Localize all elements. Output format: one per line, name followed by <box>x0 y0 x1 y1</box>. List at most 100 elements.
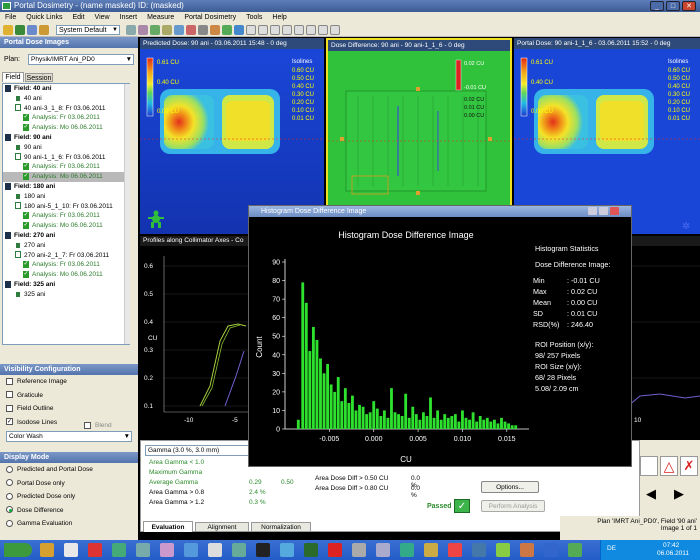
blend-checkbox[interactable] <box>84 422 91 429</box>
display-mode-option[interactable]: Predicted and Portal Dose <box>0 463 138 477</box>
taskbar-app-icon[interactable] <box>64 543 78 557</box>
tree-item[interactable]: Field: 270 ani <box>3 231 129 241</box>
open-icon[interactable] <box>3 25 13 35</box>
tree-item[interactable]: 90 ani <box>3 143 129 153</box>
minimize-button[interactable]: _ <box>650 1 664 11</box>
tab-alignment[interactable]: Alignment <box>195 522 249 532</box>
menu-measure[interactable]: Measure <box>142 12 179 23</box>
options-button[interactable]: Options... <box>481 481 539 493</box>
maximize-button[interactable]: □ <box>666 1 680 11</box>
tab-session[interactable]: Session <box>25 73 53 82</box>
display-mode-radio[interactable] <box>6 506 13 514</box>
start-button[interactable] <box>4 543 32 557</box>
layout-icon[interactable] <box>27 25 37 35</box>
menu-file[interactable]: File <box>0 12 21 23</box>
dialog-close-icon[interactable] <box>610 207 619 215</box>
taskbar-app-icon[interactable] <box>136 543 150 557</box>
rect-icon[interactable] <box>294 25 304 35</box>
tree-item[interactable]: Field: 40 ani <box>3 84 129 94</box>
display-mode-radio[interactable] <box>6 519 13 527</box>
perform-analysis-button[interactable]: Perform Analysis <box>481 500 545 512</box>
tree-item[interactable]: ✓ Analysis: Mo 06.06.2011 <box>3 172 129 182</box>
blend-option[interactable]: Blend <box>84 422 112 429</box>
menu-quick-links[interactable]: Quick Links <box>21 12 67 23</box>
tree-item[interactable]: Field: 90 ani <box>3 133 129 143</box>
taskbar-app-icon[interactable] <box>304 543 318 557</box>
display-mode-option[interactable]: Dose Difference <box>0 504 138 518</box>
visibility-checkbox[interactable] <box>6 377 13 385</box>
tree-item[interactable]: ✓ Analysis: Fr 03.06.2011 <box>3 260 129 270</box>
plan-select[interactable]: Physik/IMRT Ani_PD0 ▼ <box>28 54 134 65</box>
menu-tools[interactable]: Tools <box>241 12 267 23</box>
isodose-icon[interactable] <box>222 25 232 35</box>
taskbar-app-icon[interactable] <box>88 543 102 557</box>
display-mode-radio[interactable] <box>6 492 13 500</box>
tree-item[interactable]: ✓ Analysis: Fr 03.06.2011 <box>3 211 129 221</box>
menu-help[interactable]: Help <box>267 12 291 23</box>
window-level-icon[interactable] <box>150 25 160 35</box>
taskbar-app-icon[interactable] <box>280 543 294 557</box>
taskbar-app-icon[interactable] <box>496 543 510 557</box>
previous-arrow-icon[interactable]: ◀ <box>646 486 656 502</box>
display-mode-option[interactable]: Predicted Dose only <box>0 490 138 504</box>
taskbar-app-icon[interactable] <box>208 543 222 557</box>
visibility-option[interactable]: Field Outline <box>0 402 138 416</box>
taskbar-app-icon[interactable] <box>160 543 174 557</box>
polygon-icon[interactable] <box>318 25 328 35</box>
tool-button[interactable] <box>640 456 658 476</box>
taskbar-app-icon[interactable] <box>232 543 246 557</box>
measure-icon[interactable] <box>330 25 340 35</box>
save-icon[interactable] <box>15 25 25 35</box>
tab-normalization[interactable]: Normalization <box>251 522 311 532</box>
tree-item[interactable]: 40 ani-3_1_8: Fr 03.06.2011 <box>3 104 129 114</box>
tree-item[interactable]: ✓ Analysis: Fr 03.06.2011 <box>3 162 129 172</box>
colorwash-icon[interactable] <box>234 25 244 35</box>
tree-item[interactable]: ✓ Analysis: Mo 06.06.2011 <box>3 221 129 231</box>
tab-evaluation[interactable]: Evaluation <box>143 521 193 532</box>
tree-item[interactable]: 90 ani-1_1_6: Fr 03.06.2011 <box>3 153 129 163</box>
layout-select[interactable]: System Default ▼ <box>56 25 120 35</box>
tree-item[interactable]: 180 ani-5_1_10: Fr 03.06.2011 <box>3 202 129 212</box>
next-arrow-icon[interactable]: ▶ <box>674 486 684 502</box>
tree-item[interactable]: 180 ani <box>3 192 129 202</box>
tree-item[interactable]: 325 ani <box>3 290 129 300</box>
taskbar-app-icon[interactable] <box>256 543 270 557</box>
tree-item[interactable]: 40 ani <box>3 94 129 104</box>
taskbar-app-icon[interactable] <box>568 543 582 557</box>
taskbar-app-icon[interactable] <box>520 543 534 557</box>
visibility-checkbox[interactable]: ✓ <box>6 418 13 426</box>
tree-item[interactable]: Field: 180 ani <box>3 182 129 192</box>
tree-scrollbar[interactable] <box>124 84 130 344</box>
menu-portal-dosimetry[interactable]: Portal Dosimetry <box>179 12 241 23</box>
tab-field[interactable]: Field <box>2 72 24 82</box>
display-mode-option[interactable]: Portal Dose only <box>0 477 138 491</box>
visibility-option[interactable]: Graticule <box>0 389 138 403</box>
menu-edit[interactable]: Edit <box>67 12 89 23</box>
dialog-minimize-icon[interactable] <box>588 207 597 215</box>
taskbar-app-icon[interactable] <box>112 543 126 557</box>
visibility-checkbox[interactable] <box>6 404 13 412</box>
pan-icon[interactable] <box>126 25 136 35</box>
visibility-option[interactable]: Reference Image <box>0 375 138 389</box>
crosshair-icon[interactable] <box>258 25 268 35</box>
language-indicator[interactable]: DE <box>607 545 616 552</box>
menu-insert[interactable]: Insert <box>115 12 143 23</box>
tree-item[interactable]: 270 ani-2_1_7: Fr 03.06.2011 <box>3 251 129 261</box>
taskbar-app-icon[interactable] <box>184 543 198 557</box>
display-mode-option[interactable]: Gamma Evaluation <box>0 517 138 531</box>
taskbar-app-icon[interactable] <box>400 543 414 557</box>
zoom-icon[interactable] <box>138 25 148 35</box>
tree-item[interactable]: ✓ Analysis: Mo 06.06.2011 <box>3 123 129 133</box>
taskbar-app-icon[interactable] <box>472 543 486 557</box>
menu-view[interactable]: View <box>90 12 115 23</box>
taskbar-app-icon[interactable] <box>40 543 54 557</box>
tree-item[interactable]: Field: 325 ani <box>3 280 129 290</box>
ruler-icon[interactable] <box>162 25 172 35</box>
display-mode-radio[interactable] <box>6 479 13 487</box>
arrow-icon[interactable] <box>282 25 292 35</box>
clock-time[interactable]: 07:42 <box>663 542 679 549</box>
roi-icon[interactable] <box>174 25 184 35</box>
visibility-checkbox[interactable] <box>6 391 13 399</box>
display-mode-radio[interactable] <box>6 465 13 473</box>
tool-icon[interactable] <box>39 25 49 35</box>
